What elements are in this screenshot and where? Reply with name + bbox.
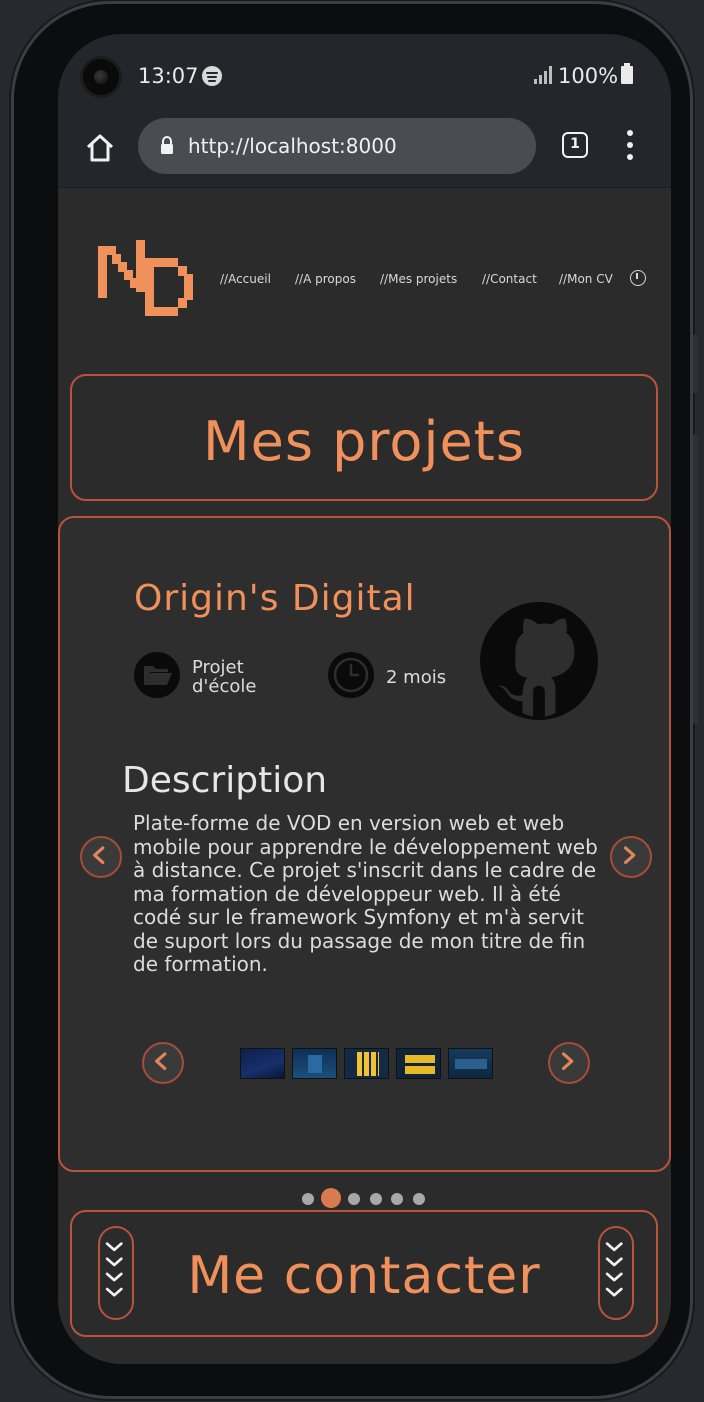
gallery-thumbnail[interactable] <box>292 1048 337 1079</box>
section-title: Mes projets <box>203 410 525 473</box>
contact-section[interactable]: Me contacter <box>70 1210 658 1337</box>
carousel-indicators <box>302 1188 432 1210</box>
more-menu-icon[interactable] <box>620 128 640 162</box>
nav-contact[interactable]: //Contact <box>482 272 537 286</box>
chevron-left-icon <box>93 846 105 865</box>
nav-a-propos[interactable]: //A propos <box>295 272 356 286</box>
front-camera <box>80 56 122 98</box>
web-page: //Accueil //A propos //Mes projets //Con… <box>58 188 671 1364</box>
spotify-icon <box>202 66 222 86</box>
battery-icon <box>621 63 633 84</box>
tabs-button[interactable]: 1 <box>562 132 588 158</box>
signal-icon <box>534 66 552 84</box>
browser-toolbar: http://localhost:8000 1 <box>58 118 671 188</box>
carousel-dot[interactable] <box>370 1193 382 1205</box>
project-prev-button[interactable] <box>80 836 122 878</box>
url-bar[interactable]: http://localhost:8000 <box>138 118 536 174</box>
download-cv-icon[interactable] <box>630 270 646 286</box>
gallery-thumbnail[interactable] <box>448 1048 493 1079</box>
description-title: Description <box>122 760 328 801</box>
nav-mes-projets[interactable]: //Mes projets <box>380 272 457 286</box>
carousel-dot[interactable] <box>391 1193 403 1205</box>
gallery-thumbnail[interactable] <box>396 1048 441 1079</box>
project-type-line1: Projet <box>192 657 244 678</box>
gallery-prev-button[interactable] <box>142 1042 184 1084</box>
contact-title: Me contacter <box>187 1246 541 1306</box>
project-card: Origin's Digital Projet d'école 2 mois D… <box>58 516 671 1172</box>
home-icon[interactable] <box>84 132 116 164</box>
chevrons-down-icon <box>598 1226 634 1320</box>
url-text: http://localhost:8000 <box>188 134 397 158</box>
project-description: Plate-forme de VOD en version web et web… <box>133 811 598 976</box>
project-type: Projet d'école <box>192 658 256 696</box>
carousel-dot[interactable] <box>413 1193 425 1205</box>
side-button <box>693 434 698 724</box>
battery-percent: 100% <box>558 64 619 88</box>
carousel-dot-active[interactable] <box>321 1188 341 1208</box>
site-logo[interactable] <box>98 240 194 316</box>
project-next-button[interactable] <box>610 836 652 878</box>
chevron-right-icon <box>623 846 636 865</box>
volume-button <box>693 334 698 394</box>
gallery-thumbnail[interactable] <box>344 1048 389 1079</box>
chevron-right-icon <box>561 1052 574 1071</box>
clock-icon <box>328 652 374 698</box>
project-type-line2: d'école <box>192 676 257 697</box>
screen: 13:07 100% http://localhost:8000 1 //Acc… <box>58 34 671 1364</box>
nav-accueil[interactable]: //Accueil <box>220 272 271 286</box>
chevron-left-icon <box>155 1052 167 1071</box>
carousel-dot[interactable] <box>348 1193 360 1205</box>
section-title-box: Mes projets <box>70 374 658 501</box>
gallery-next-button[interactable] <box>548 1042 590 1084</box>
project-duration: 2 mois <box>386 667 447 688</box>
site-header: //Accueil //A propos //Mes projets //Con… <box>58 188 671 368</box>
gallery-thumbnail[interactable] <box>240 1048 285 1079</box>
folder-icon <box>134 652 180 698</box>
status-bar: 13:07 100% <box>58 34 671 118</box>
lock-icon <box>161 136 173 154</box>
carousel-dot[interactable] <box>302 1193 314 1205</box>
github-icon[interactable] <box>480 602 598 720</box>
phone-frame: 13:07 100% http://localhost:8000 1 //Acc… <box>14 4 698 1396</box>
nav-mon-cv[interactable]: //Mon CV <box>559 272 613 286</box>
project-title: Origin's Digital <box>134 578 416 619</box>
status-time: 13:07 <box>138 64 199 88</box>
